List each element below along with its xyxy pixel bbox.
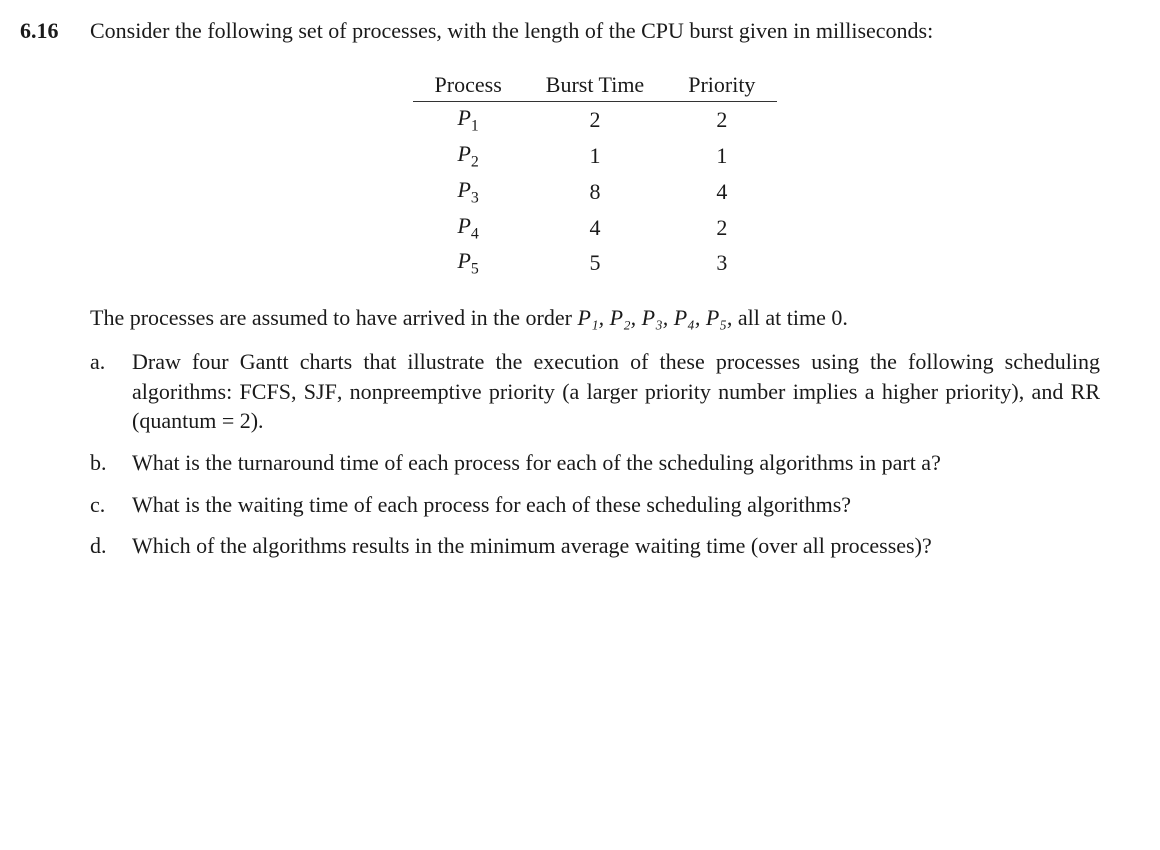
subpart-text: Draw four Gantt charts that illustrate t… xyxy=(132,347,1100,436)
subpart-label: c. xyxy=(90,490,132,520)
subpart-text: Which of the algorithms results in the m… xyxy=(132,531,1100,561)
cell-priority: 2 xyxy=(666,210,777,246)
cell-priority: 2 xyxy=(666,102,777,138)
problem-number: 6.16 xyxy=(20,16,90,46)
table-header-process: Process xyxy=(413,68,524,102)
cell-process: P3 xyxy=(413,174,524,210)
table-row: P1 2 2 xyxy=(413,102,778,138)
process-order-list: P₁, P₂, P₃, P₄, P₅ xyxy=(577,305,726,330)
subpart-label: a. xyxy=(90,347,132,377)
table-row: P3 8 4 xyxy=(413,174,778,210)
subpart-a: a. Draw four Gantt charts that illustrat… xyxy=(90,347,1100,436)
cell-process: P2 xyxy=(413,138,524,174)
subpart-text: What is the turnaround time of each proc… xyxy=(132,448,1100,478)
cell-burst: 5 xyxy=(524,245,666,281)
subpart-label: d. xyxy=(90,531,132,561)
problem-body: Consider the following set of processes,… xyxy=(90,16,1100,573)
subpart-b: b. What is the turnaround time of each p… xyxy=(90,448,1100,478)
subpart-d: d. Which of the algorithms results in th… xyxy=(90,531,1100,561)
table-row: P2 1 1 xyxy=(413,138,778,174)
cell-burst: 2 xyxy=(524,102,666,138)
cell-priority: 3 xyxy=(666,245,777,281)
fcfs-term: FCFS xyxy=(240,379,291,404)
cell-priority: 4 xyxy=(666,174,777,210)
table-row: P5 5 3 xyxy=(413,245,778,281)
cell-process: P1 xyxy=(413,102,524,138)
subpart-c: c. What is the waiting time of each proc… xyxy=(90,490,1100,520)
cell-burst: 4 xyxy=(524,210,666,246)
cell-burst: 8 xyxy=(524,174,666,210)
cell-burst: 1 xyxy=(524,138,666,174)
arrival-text: The processes are assumed to have arrive… xyxy=(90,303,1100,333)
cell-process: P4 xyxy=(413,210,524,246)
subpart-list: a. Draw four Gantt charts that illustrat… xyxy=(90,347,1100,561)
sjf-term: SJF xyxy=(304,379,337,404)
process-table: Process Burst Time Priority P1 2 2 P2 1 … xyxy=(413,68,778,282)
cell-process: P5 xyxy=(413,245,524,281)
table-header-burst: Burst Time xyxy=(524,68,666,102)
table-header-row: Process Burst Time Priority xyxy=(413,68,778,102)
intro-text: Consider the following set of processes,… xyxy=(90,16,1100,46)
cell-priority: 1 xyxy=(666,138,777,174)
table-row: P4 4 2 xyxy=(413,210,778,246)
rr-term: RR xyxy=(1071,379,1100,404)
subpart-label: b. xyxy=(90,448,132,478)
table-header-priority: Priority xyxy=(666,68,777,102)
problem-block: 6.16 Consider the following set of proce… xyxy=(20,16,1100,573)
subpart-text: What is the waiting time of each process… xyxy=(132,490,1100,520)
page-content: 6.16 Consider the following set of proce… xyxy=(0,0,1160,593)
